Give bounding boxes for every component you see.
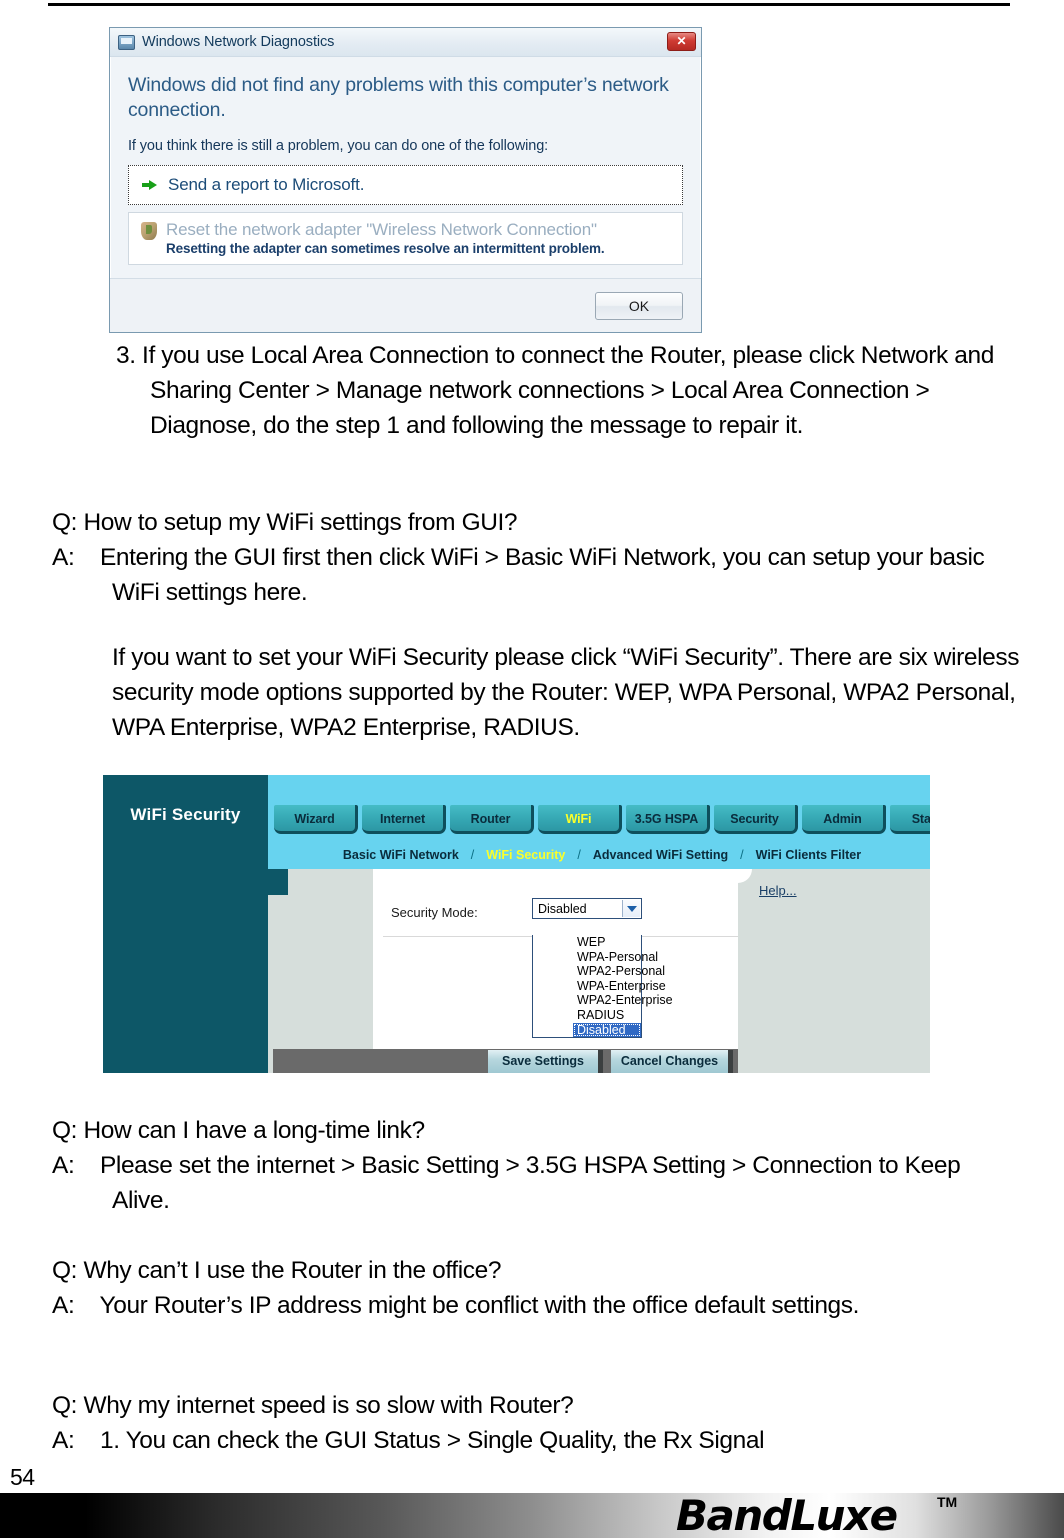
option-disabled[interactable]: Disabled [573, 1022, 641, 1038]
step-3-paragraph: 3. If you use Local Area Connection to c… [116, 342, 1001, 439]
network-diagnostics-icon [118, 34, 135, 50]
reset-adapter-text: Reset the network adapter "Wireless Netw… [166, 220, 605, 257]
option-wep[interactable]: WEP [573, 935, 641, 950]
gui-tab-bar: Wizard Internet Router WiFi 3.5G HSPA Se… [274, 805, 930, 834]
dialog-titlebar: Windows Network Diagnostics ✕ [110, 28, 701, 57]
answer-long-time-link: A: Please set the internet > Basic Setti… [52, 1152, 966, 1214]
help-panel-corner [738, 869, 752, 883]
option-wpa-personal[interactable]: WPA-Personal [573, 950, 658, 965]
option-radius[interactable]: RADIUS [573, 1008, 641, 1023]
dialog-heading: Windows did not find any problems with t… [128, 74, 669, 121]
tab-router[interactable]: Router [450, 805, 534, 834]
windows-network-diagnostics-dialog: Windows Network Diagnostics ✕ Windows di… [109, 27, 702, 333]
chevron-down-icon[interactable] [622, 900, 640, 917]
gui-brand-panel: WiFi Security [103, 775, 268, 1073]
security-mode-options-list[interactable]: WEP WPA-Personal WPA2-Personal WPA-Enter… [532, 935, 673, 1039]
send-report-label: Send a report to Microsoft. [168, 175, 365, 195]
option-wpa-enterprise[interactable]: WPA-Enterprise [573, 979, 666, 994]
subnav-wifi-clients-filter[interactable]: WiFi Clients Filter [756, 848, 861, 862]
security-mode-value: Disabled [538, 901, 587, 916]
help-link[interactable]: Help... [759, 883, 797, 898]
shield-icon [141, 222, 157, 241]
tab-wifi[interactable]: WiFi [538, 805, 622, 834]
footer-gradient-bar [0, 1493, 1064, 1538]
tab-wizard[interactable]: Wizard [274, 805, 358, 834]
subnav-separator-1: / [470, 847, 475, 862]
reset-adapter-option[interactable]: Reset the network adapter "Wireless Netw… [128, 212, 683, 266]
save-settings-button[interactable]: Save Settings [488, 1050, 603, 1073]
close-icon[interactable]: ✕ [667, 32, 696, 51]
tab-3-5g-hspa[interactable]: 3.5G HSPA [626, 805, 710, 834]
answer-wifi-settings: A: Entering the GUI first then click WiF… [52, 544, 991, 606]
dialog-body: Windows did not find any problems with t… [110, 57, 701, 266]
page-top-rule [48, 3, 1010, 6]
dialog-title: Windows Network Diagnostics [142, 34, 335, 50]
reset-adapter-label: Reset the network adapter "Wireless Netw… [166, 220, 597, 240]
gui-help-panel: Help... [738, 869, 930, 1073]
subnav-advanced-wifi-setting[interactable]: Advanced WiFi Setting [593, 848, 728, 862]
question-slow-speed: Q: Why my internet speed is so slow with… [52, 1392, 574, 1419]
tab-admin[interactable]: Admin [802, 805, 886, 834]
page-number: 54 [10, 1464, 35, 1490]
gui-subnav: Basic WiFi Network / WiFi Security / Adv… [274, 844, 930, 865]
option-wpa2-personal[interactable]: WPA2-Personal [573, 964, 665, 979]
subnav-separator-2: / [577, 847, 581, 862]
gui-page-title: WiFi Security [130, 805, 241, 824]
trademark-symbol: TM [937, 1494, 958, 1510]
option-wpa2-enterprise[interactable]: WPA2-Enterprise [573, 993, 673, 1008]
answer-router-office: A: Your Router’s IP address might be con… [52, 1292, 860, 1319]
bandluxe-logo: BandLuxe [676, 1491, 898, 1540]
reset-adapter-sublabel: Resetting the adapter can sometimes reso… [166, 241, 605, 257]
cancel-changes-button[interactable]: Cancel Changes [611, 1050, 733, 1073]
subnav-basic-wifi-network[interactable]: Basic WiFi Network [343, 848, 459, 862]
router-gui-screenshot: WiFi Security Wizard Internet Router WiF… [103, 775, 930, 1073]
tab-security[interactable]: Security [714, 805, 798, 834]
subnav-separator-3: / [740, 847, 744, 862]
wifi-security-paragraph: If you want to set your WiFi Security pl… [112, 644, 1026, 741]
tab-status[interactable]: Status [890, 805, 930, 834]
security-mode-select[interactable]: Disabled [532, 898, 642, 919]
question-router-office: Q: Why can’t I use the Router in the off… [52, 1257, 502, 1284]
send-report-option[interactable]: Send a report to Microsoft. [128, 165, 683, 206]
subnav-wifi-security[interactable]: WiFi Security [486, 848, 565, 862]
question-long-time-link: Q: How can I have a long-time link? [52, 1117, 425, 1144]
dialog-subtext: If you think there is still a problem, y… [128, 138, 549, 155]
answer-slow-speed: A: 1. You can check the GUI Status > Sin… [52, 1427, 765, 1454]
sidebar-pointer-icon [288, 869, 304, 895]
question-wifi-settings: Q: How to setup my WiFi settings from GU… [52, 509, 518, 536]
arrow-icon [141, 176, 159, 194]
ok-button[interactable]: OK [595, 291, 683, 320]
dialog-footer: OK [110, 278, 701, 332]
security-mode-label: Security Mode: [391, 905, 478, 920]
tab-internet[interactable]: Internet [362, 805, 446, 834]
